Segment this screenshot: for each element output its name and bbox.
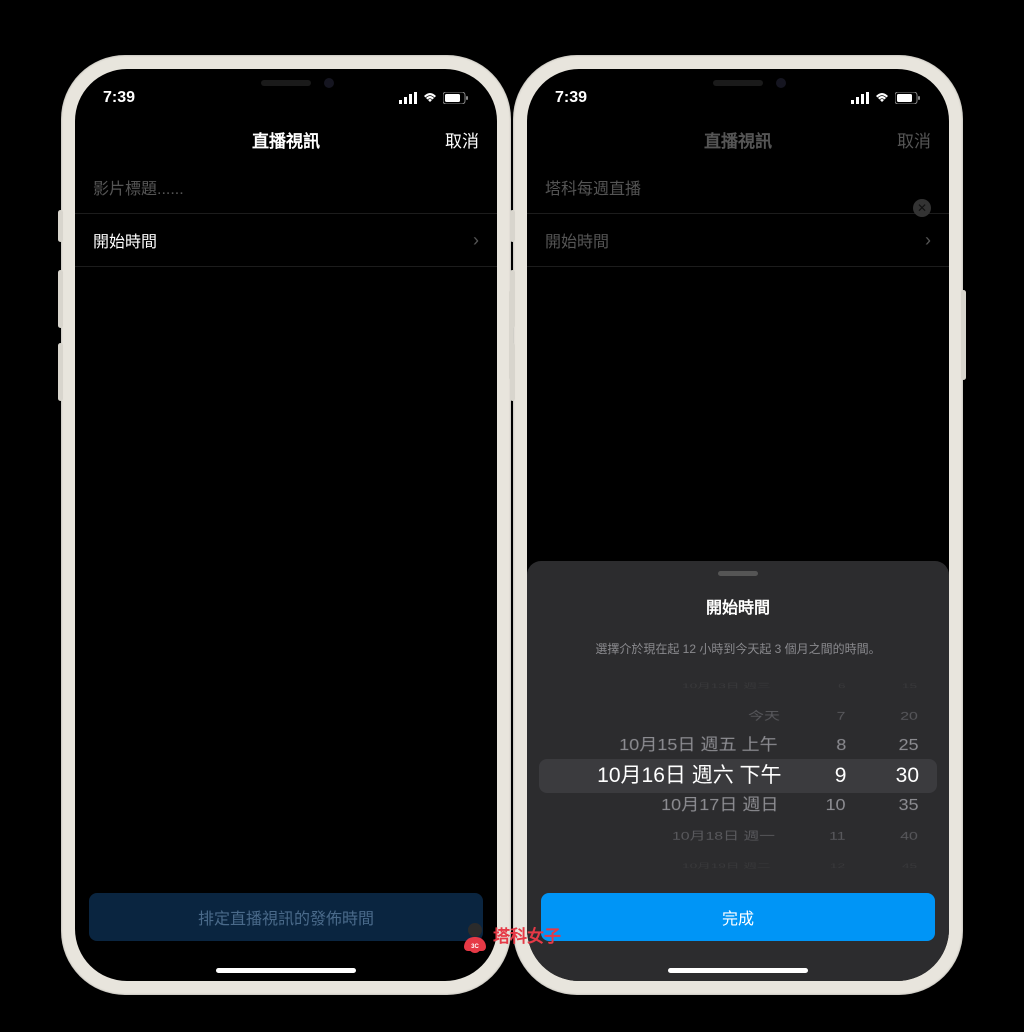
picker-item[interactable]: 今天 — [748, 707, 780, 726]
picker-date-column[interactable]: 10月13日 週三 今天 10月15日 週五 上午 10月16日 週六 下午 1… — [547, 671, 790, 881]
battery-icon — [443, 92, 469, 104]
clear-icon[interactable]: ✕ — [913, 199, 931, 217]
picker-item-selected[interactable]: 30 — [896, 761, 919, 791]
chevron-right-icon: › — [925, 230, 931, 251]
picker-item[interactable]: 10月18日 週一 — [672, 827, 775, 846]
wifi-icon — [422, 92, 438, 104]
date-time-picker[interactable]: 10月13日 週三 今天 10月15日 週五 上午 10月16日 週六 下午 1… — [527, 671, 949, 881]
notch — [196, 69, 376, 97]
schedule-button[interactable]: 排定直播視訊的發佈時間 — [89, 893, 483, 941]
screen-right: 7:39 直播視訊 取消 塔 — [527, 69, 949, 981]
picker-hour-column[interactable]: 6 7 8 9 10 11 12 — [800, 671, 847, 881]
status-time: 7:39 — [103, 89, 135, 107]
start-time-label: 開始時間 — [93, 228, 157, 252]
done-button[interactable]: 完成 — [541, 893, 935, 941]
mute-switch — [510, 210, 515, 242]
picker-item[interactable]: 10月15日 週五 上午 — [619, 733, 777, 759]
home-indicator[interactable] — [668, 968, 808, 973]
picker-item[interactable]: 25 — [898, 733, 918, 759]
picker-item[interactable]: 7 — [837, 707, 846, 726]
nav-bar: 直播視訊 取消 — [527, 117, 949, 161]
wifi-icon — [874, 92, 890, 104]
chevron-right-icon: › — [473, 230, 479, 251]
cellular-icon — [851, 92, 869, 104]
start-time-row[interactable]: 開始時間 › — [527, 214, 949, 267]
picker-item[interactable]: 20 — [900, 707, 918, 726]
picker-item[interactable]: 40 — [900, 827, 918, 846]
picker-item[interactable]: 10月19日 週二 — [682, 860, 770, 872]
picker-item[interactable]: 8 — [836, 733, 846, 759]
cellular-icon — [399, 92, 417, 104]
start-time-label: 開始時間 — [545, 228, 609, 252]
picker-item[interactable]: 10 — [826, 793, 846, 819]
nav-bar: 直播視訊 取消 — [75, 117, 497, 161]
watermark-badge: 3C — [469, 941, 481, 953]
picker-item[interactable]: 10月17日 週日 — [661, 793, 778, 819]
picker-minute-column[interactable]: 15 20 25 30 35 40 45 — [856, 671, 929, 881]
mute-switch — [58, 210, 63, 242]
power-button — [961, 290, 966, 380]
picker-item[interactable]: 12 — [829, 860, 844, 872]
watermark: 3C 塔科女子 — [463, 922, 561, 947]
video-title-input[interactable]: 影片標題...... — [75, 161, 497, 214]
picker-item[interactable]: 11 — [829, 827, 845, 846]
nav-title: 直播視訊 — [704, 127, 772, 152]
input-placeholder: 影片標題...... — [93, 181, 184, 198]
screen-left: 7:39 直播視訊 取消 影 — [75, 69, 497, 981]
input-value: 塔科每週直播 — [545, 181, 641, 198]
picker-item[interactable]: 35 — [898, 793, 918, 819]
volume-up-button — [58, 270, 63, 328]
status-time: 7:39 — [555, 89, 587, 107]
picker-item-selected[interactable]: 9 — [835, 761, 847, 791]
volume-down-button — [510, 343, 515, 401]
watermark-text: 塔科女子 — [493, 922, 561, 947]
volume-up-button — [510, 270, 515, 328]
sheet-subtitle: 選擇介於現在起 12 小時到今天起 3 個月之間的時間。 — [527, 640, 949, 657]
volume-down-button — [58, 343, 63, 401]
video-title-input[interactable]: 塔科每週直播 ✕ — [527, 161, 949, 214]
picker-item[interactable]: 45 — [902, 860, 917, 872]
phone-left: 7:39 直播視訊 取消 影 — [61, 55, 511, 995]
picker-item[interactable]: 10月13日 週三 — [682, 680, 770, 692]
sheet-grabber[interactable] — [718, 571, 758, 576]
nav-title: 直播視訊 — [252, 127, 320, 152]
home-indicator[interactable] — [216, 968, 356, 973]
battery-icon — [895, 92, 921, 104]
start-time-row[interactable]: 開始時間 › — [75, 214, 497, 267]
watermark-avatar-icon: 3C — [463, 923, 487, 947]
phone-right: 7:39 直播視訊 取消 塔 — [513, 55, 963, 995]
picker-item[interactable]: 6 — [838, 680, 846, 692]
sheet-title: 開始時間 — [527, 594, 949, 618]
picker-item[interactable]: 15 — [902, 680, 917, 692]
cancel-button[interactable]: 取消 — [445, 127, 479, 152]
picker-item-selected[interactable]: 10月16日 週六 下午 — [597, 761, 781, 791]
cancel-button[interactable]: 取消 — [897, 127, 931, 152]
notch — [648, 69, 828, 97]
